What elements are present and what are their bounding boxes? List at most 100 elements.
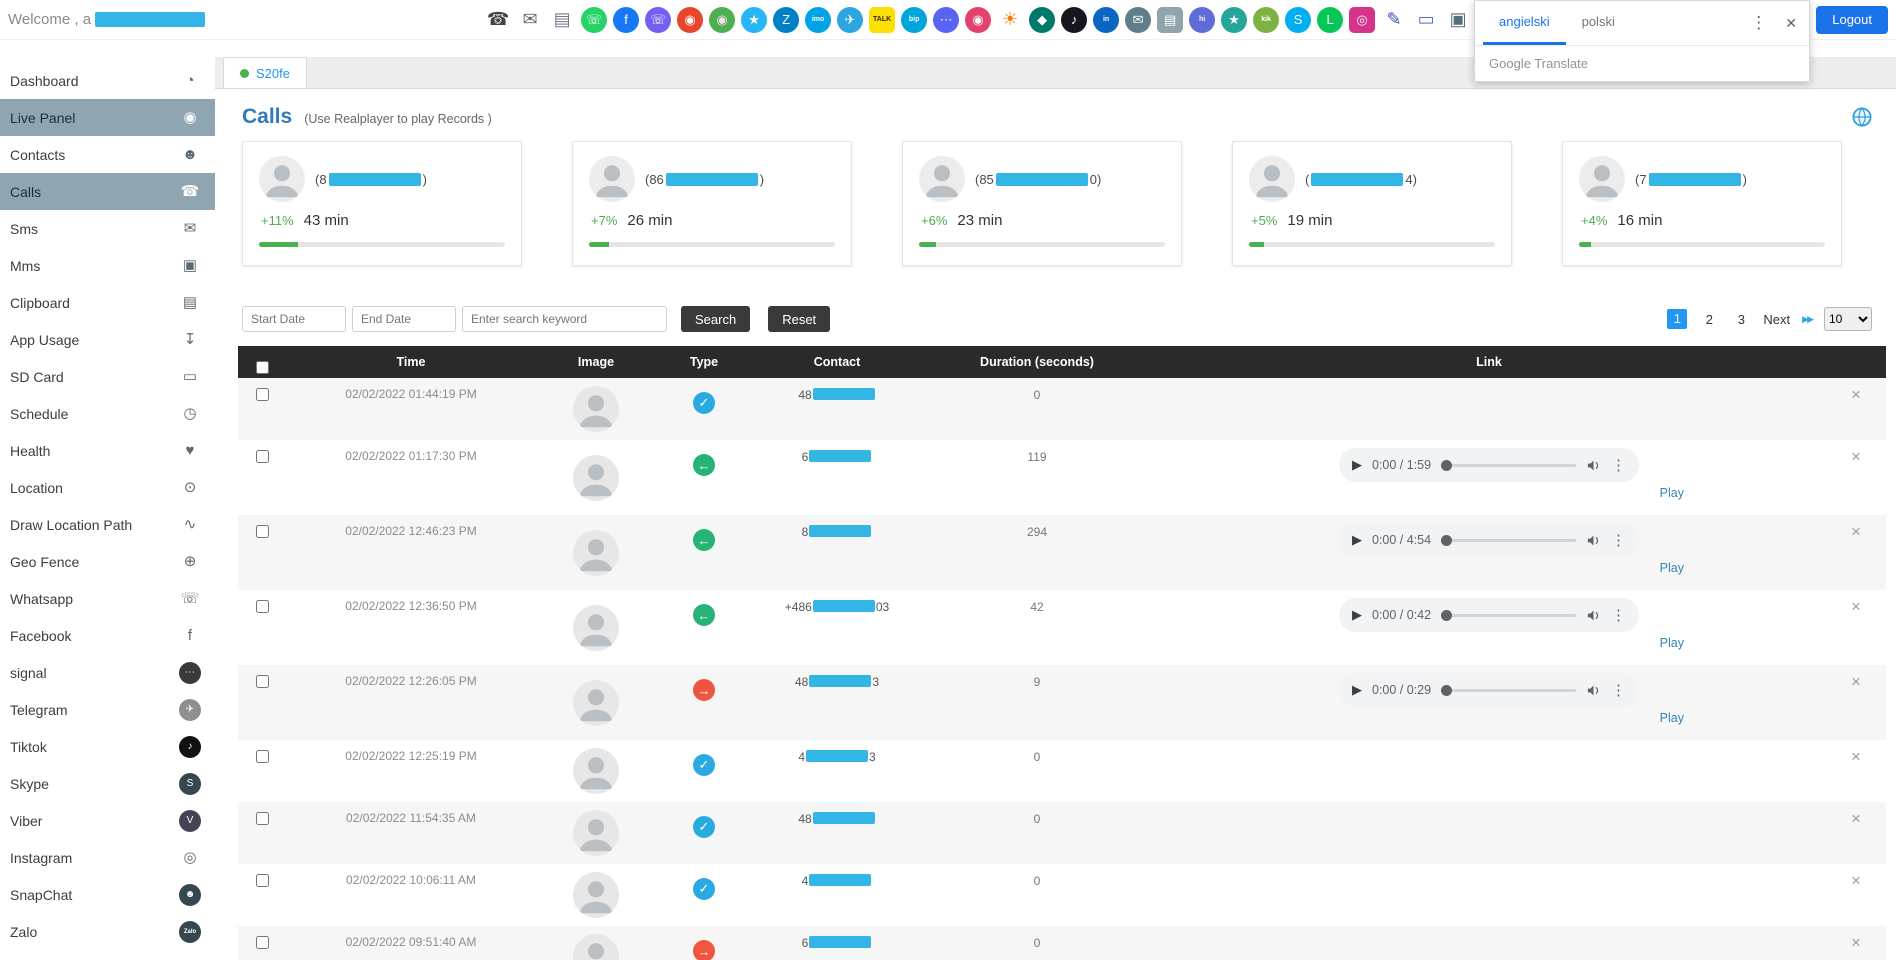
sidebar-item-contacts[interactable]: Contacts☻	[0, 136, 215, 173]
sidebar-item-zalo[interactable]: ZaloZalo	[0, 913, 215, 950]
zalo-icon[interactable]: Z	[773, 7, 799, 33]
qq-icon[interactable]: ★	[741, 7, 767, 33]
row-checkbox[interactable]	[256, 525, 269, 538]
linkedin-icon[interactable]: in	[1093, 7, 1119, 33]
kakaotalk-icon[interactable]: TALK	[869, 7, 895, 33]
page-button-3[interactable]: 3	[1731, 312, 1751, 327]
line-icon[interactable]: L	[1317, 7, 1343, 33]
messenger-dots-icon[interactable]: ⋯	[933, 7, 959, 33]
sidebar-item-draw-location-path[interactable]: Draw Location Path∿	[0, 506, 215, 543]
clipboard-icon[interactable]: ▤	[549, 7, 575, 33]
translate-close-icon[interactable]: ✕	[1785, 15, 1797, 32]
skype-icon[interactable]: S	[1285, 7, 1311, 33]
play-link[interactable]: Play	[1339, 711, 1684, 725]
row-close-icon[interactable]: ×	[1851, 386, 1861, 440]
tango-icon[interactable]: ◉	[677, 7, 703, 33]
search-button[interactable]: Search	[681, 306, 750, 332]
sidebar-item-live-panel[interactable]: Live Panel◉	[0, 99, 215, 136]
telegram-icon[interactable]: ✈	[837, 7, 863, 33]
row-close-icon[interactable]: ×	[1851, 598, 1861, 665]
viber-icon[interactable]: ☏	[645, 7, 671, 33]
translate-tab-polski[interactable]: polski	[1566, 1, 1631, 45]
row-close-icon[interactable]: ×	[1851, 673, 1861, 740]
row-close-icon[interactable]: ×	[1851, 934, 1861, 960]
hike-icon[interactable]: hi	[1189, 7, 1215, 33]
start-date-input[interactable]	[242, 306, 346, 332]
sidebar-item-sd-card[interactable]: SD Card▭	[0, 358, 215, 395]
page-size-select[interactable]: 10	[1824, 307, 1872, 331]
fast-forward-icon[interactable]: ▶▶	[1802, 314, 1812, 325]
player-seek-slider[interactable]	[1441, 539, 1576, 542]
player-play-icon[interactable]: ▶	[1352, 457, 1362, 473]
row-checkbox[interactable]	[256, 388, 269, 401]
play-link[interactable]: Play	[1339, 561, 1684, 575]
call-icon[interactable]: ☎	[485, 7, 511, 33]
player-seek-slider[interactable]	[1441, 689, 1576, 692]
sidebar-item-app-usage[interactable]: App Usage↧	[0, 321, 215, 358]
sidebar-item-geo-fence[interactable]: Geo Fence⊕	[0, 543, 215, 580]
sidebar-item-health[interactable]: Health♥	[0, 432, 215, 469]
play-link[interactable]: Play	[1339, 486, 1684, 500]
row-checkbox[interactable]	[256, 750, 269, 763]
tiktok-icon[interactable]: ♪	[1061, 7, 1087, 33]
sidebar-item-telegram[interactable]: Telegram✈	[0, 691, 215, 728]
page-button-2[interactable]: 2	[1699, 312, 1719, 327]
player-volume-icon[interactable]	[1586, 458, 1601, 473]
row-close-icon[interactable]: ×	[1851, 810, 1861, 864]
end-date-input[interactable]	[352, 306, 456, 332]
row-checkbox[interactable]	[256, 812, 269, 825]
sidebar-item-schedule[interactable]: Schedule◷	[0, 395, 215, 432]
gray-chat-icon[interactable]: ✉	[1125, 7, 1151, 33]
player-seek-thumb[interactable]	[1441, 535, 1452, 546]
next-page-button[interactable]: Next	[1763, 312, 1790, 327]
settings-sun-icon[interactable]: ☀	[997, 7, 1023, 33]
player-volume-icon[interactable]	[1586, 608, 1601, 623]
sidebar-item-snapchat[interactable]: SnapChat☻	[0, 876, 215, 913]
imo-icon[interactable]: imo	[805, 7, 831, 33]
sidebar-item-whatsapp[interactable]: Whatsapp☏	[0, 580, 215, 617]
row-close-icon[interactable]: ×	[1851, 523, 1861, 590]
sidebar-item-signal[interactable]: signal⋯	[0, 654, 215, 691]
player-seek-thumb[interactable]	[1441, 460, 1452, 471]
player-menu-icon[interactable]: ⋮	[1611, 531, 1626, 549]
translate-menu-icon[interactable]: ⋮	[1750, 13, 1767, 33]
row-close-icon[interactable]: ×	[1851, 448, 1861, 515]
reset-button[interactable]: Reset	[768, 306, 830, 332]
sidebar-item-sms[interactable]: Sms✉	[0, 210, 215, 247]
player-play-icon[interactable]: ▶	[1352, 607, 1362, 623]
bip-icon[interactable]: bip	[901, 7, 927, 33]
wechat-icon[interactable]: ◉	[709, 7, 735, 33]
row-checkbox[interactable]	[256, 600, 269, 613]
sidebar-item-tiktok[interactable]: Tiktok♪	[0, 728, 215, 765]
row-checkbox[interactable]	[256, 675, 269, 688]
sidebar-item-viber[interactable]: ViberV	[0, 802, 215, 839]
instagram-icon[interactable]: ◎	[1349, 7, 1375, 33]
sidebar-item-calls[interactable]: Calls☎	[0, 173, 215, 210]
chat-teal-icon[interactable]: ★	[1221, 7, 1247, 33]
sidebar-item-clipboard[interactable]: Clipboard▤	[0, 284, 215, 321]
player-volume-icon[interactable]	[1586, 683, 1601, 698]
keyboard-icon[interactable]: ▤	[1157, 7, 1183, 33]
compose-icon[interactable]: ✎	[1381, 7, 1407, 33]
facebook-icon[interactable]: f	[613, 7, 639, 33]
sidebar-item-facebook[interactable]: Facebookf	[0, 617, 215, 654]
player-seek-slider[interactable]	[1441, 464, 1576, 467]
folder-icon[interactable]: ▭	[1413, 7, 1439, 33]
row-checkbox[interactable]	[256, 874, 269, 887]
player-seek-slider[interactable]	[1441, 614, 1576, 617]
device-tab[interactable]: S20fe	[223, 57, 307, 88]
kik-icon[interactable]: kik	[1253, 7, 1279, 33]
sidebar-item-skype[interactable]: SkypeS	[0, 765, 215, 802]
sms-icon[interactable]: ✉	[517, 7, 543, 33]
camera-pink-icon[interactable]: ◉	[965, 7, 991, 33]
player-volume-icon[interactable]	[1586, 533, 1601, 548]
player-menu-icon[interactable]: ⋮	[1611, 681, 1626, 699]
gallery-icon[interactable]: ▣	[1445, 7, 1471, 33]
sidebar-item-dashboard[interactable]: Dashboard◔	[0, 62, 215, 99]
sidebar-item-mms[interactable]: Mms▣	[0, 247, 215, 284]
globe-icon[interactable]	[1852, 107, 1872, 127]
sidebar-item-location[interactable]: Location⊙	[0, 469, 215, 506]
player-play-icon[interactable]: ▶	[1352, 682, 1362, 698]
translate-tab-angielski[interactable]: angielski	[1483, 1, 1566, 45]
player-seek-thumb[interactable]	[1441, 610, 1452, 621]
